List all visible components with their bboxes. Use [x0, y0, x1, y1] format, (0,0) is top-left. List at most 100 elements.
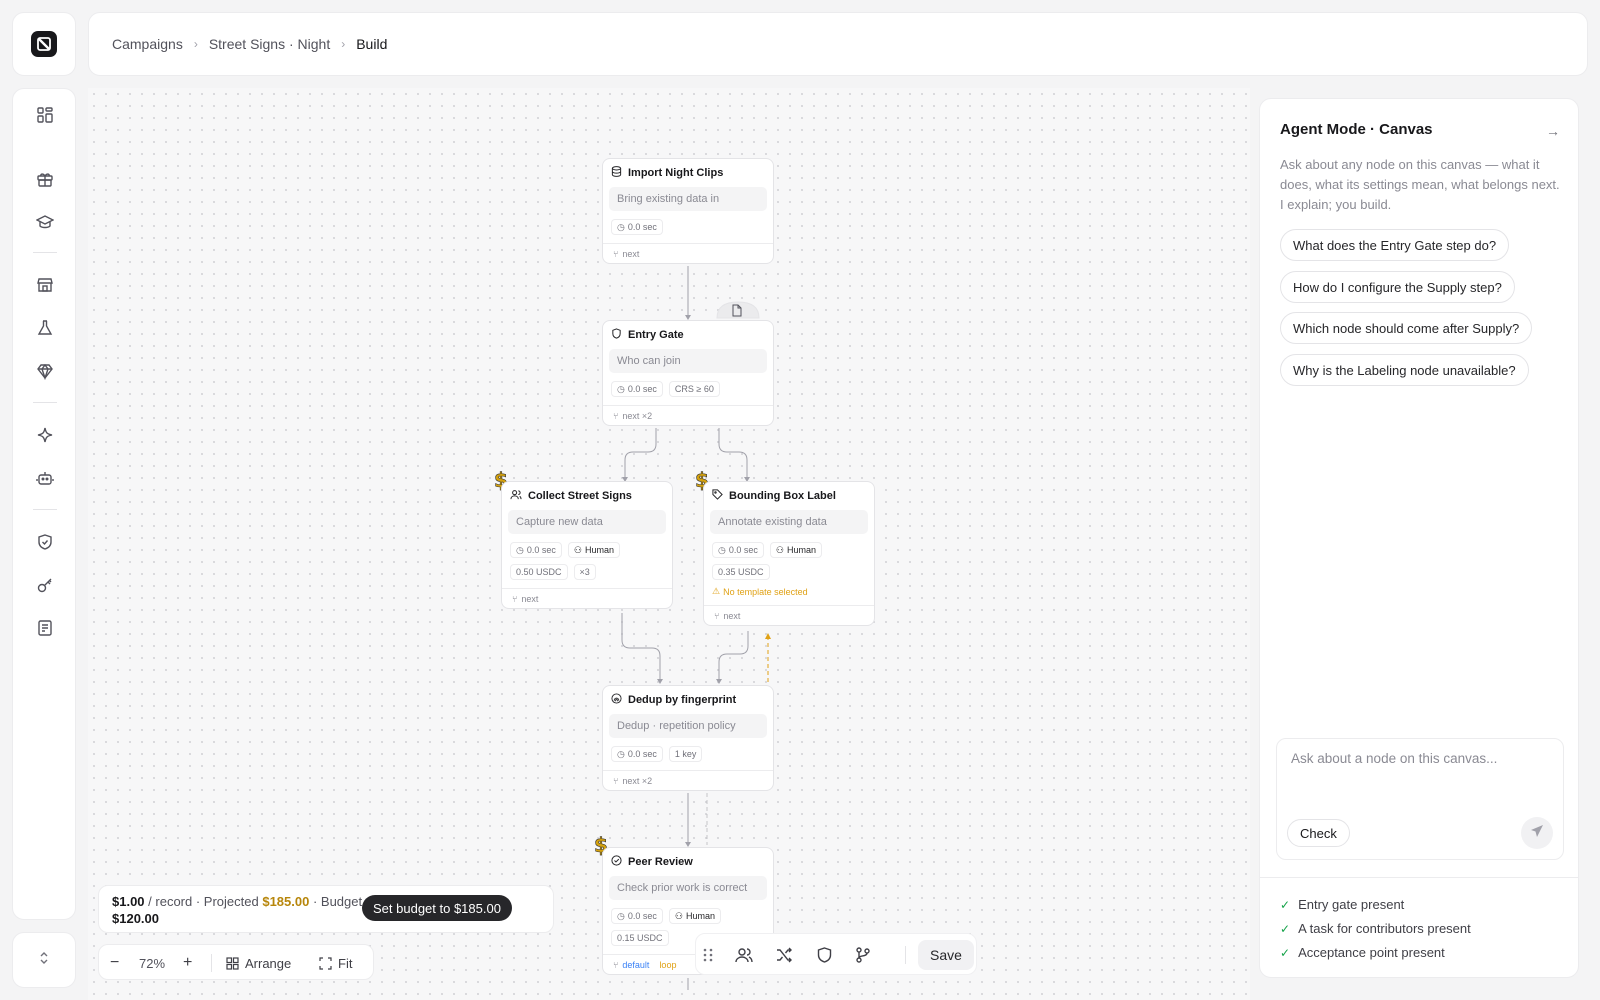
send-icon — [1530, 824, 1544, 843]
fingerprint-icon — [611, 693, 622, 707]
loop-port: loop — [659, 959, 677, 970]
budget-bar: $1.00 / record · Projected $185.00 · Bud… — [98, 885, 554, 933]
duration-chip: ◷ 0.0 sec — [611, 219, 663, 235]
breadcrumb-campaigns[interactable]: Campaigns — [112, 36, 183, 52]
report-icon[interactable] — [33, 616, 57, 640]
suggestion-chip[interactable]: Why is the Labeling node unavailable? — [1280, 354, 1529, 386]
agent-description: Ask about any node on this canvas — what… — [1280, 157, 1560, 212]
person-icon: ⚇ — [775, 544, 784, 555]
graduation-cap-icon[interactable] — [33, 210, 57, 234]
node-next-port[interactable]: ⑂ next — [603, 243, 773, 263]
tag-icon — [712, 489, 723, 503]
fit-button[interactable]: Fit — [319, 945, 352, 981]
human-chip: ⚇ Human — [668, 908, 721, 924]
node-collect-street-signs[interactable]: Collect Street Signs Capture new data ◷ 0… — [501, 481, 673, 609]
branch-icon: ⑂ — [613, 959, 619, 970]
send-button[interactable] — [1521, 817, 1553, 849]
node-description: Dedup · repetition policy — [609, 714, 767, 738]
sidebar — [12, 88, 76, 920]
chevron-right-icon: › — [341, 37, 346, 51]
fit-icon — [319, 956, 332, 970]
human-chip: ⚇ Human — [567, 542, 620, 558]
users-icon — [510, 489, 522, 503]
check-button[interactable]: Check — [1287, 819, 1350, 847]
flask-icon[interactable] — [33, 316, 57, 340]
set-budget-button[interactable]: Set budget to $185.00 — [362, 895, 512, 921]
store-icon[interactable] — [33, 273, 57, 297]
checklist-item: ✓ A task for contributors present — [1280, 921, 1471, 936]
save-button[interactable]: Save — [918, 940, 974, 970]
branch-icon[interactable] — [851, 943, 875, 967]
agent-composer: Check — [1276, 738, 1564, 860]
branch-icon: ⑂ — [714, 610, 720, 621]
shield-check-icon[interactable] — [33, 530, 57, 554]
bot-icon[interactable] — [33, 466, 57, 490]
price-chip: 0.35 USDC — [712, 564, 770, 580]
sidebar-expand-button[interactable] — [12, 932, 76, 988]
checklist-item: ✓ Entry gate present — [1280, 897, 1405, 912]
clock-icon: ◷ — [617, 910, 625, 921]
check-icon: ✓ — [1280, 897, 1291, 912]
duration-chip: ◷ 0.0 sec — [611, 381, 663, 397]
node-dedup-by-fingerprint[interactable]: Dedup by fingerprint Dedup · repetition … — [602, 685, 774, 791]
logo-icon — [31, 31, 57, 57]
node-title: Bounding Box Label — [729, 490, 836, 502]
key-icon[interactable] — [33, 573, 57, 597]
checklist-item: ✓ Acceptance point present — [1280, 945, 1445, 960]
warning-icon: ⚠ — [712, 586, 721, 596]
arrange-button[interactable]: Arrange — [226, 945, 291, 981]
zoom-in-button[interactable]: + — [183, 945, 192, 981]
app-logo[interactable] — [12, 12, 76, 76]
collapse-panel-icon[interactable]: → — [1546, 123, 1560, 139]
default-port: default — [622, 959, 650, 970]
branch-icon: ⑂ — [613, 248, 619, 259]
drag-handle-icon[interactable] — [696, 943, 720, 967]
zoom-out-button[interactable]: − — [110, 945, 119, 981]
branch-icon: ⑂ — [613, 775, 619, 786]
branch-icon: ⑂ — [512, 593, 518, 604]
chevron-up-down-icon — [38, 951, 50, 970]
breadcrumb-campaign[interactable]: Street Signs · Night — [209, 36, 330, 52]
node-title: Dedup by fingerprint — [628, 694, 737, 706]
agent-title: Agent Mode · Canvas — [1280, 121, 1433, 138]
gem-icon[interactable] — [33, 359, 57, 383]
node-next-port[interactable]: ⑂ next ×2 — [603, 405, 773, 425]
node-import-night-clips[interactable]: Import Night Clips Bring existing data i… — [602, 158, 774, 264]
node-title: Peer Review — [628, 856, 693, 868]
check-icon: ✓ — [1280, 945, 1291, 960]
shuffle-icon[interactable] — [772, 943, 796, 967]
node-next-port[interactable]: ⑂ next — [704, 605, 874, 625]
grid-icon — [226, 956, 239, 970]
branch-icon: ⑂ — [613, 410, 619, 421]
node-bounding-box-label[interactable]: Bounding Box Label Annotate existing dat… — [703, 481, 875, 626]
node-entry-gate[interactable]: Entry Gate Who can join ◷ 0.0 sec CRS ≥ 6… — [602, 320, 774, 426]
budget-value: $120.00 — [112, 911, 159, 926]
clock-icon: ◷ — [516, 544, 524, 555]
zoom-level: 72% — [139, 955, 166, 971]
agent-input[interactable] — [1291, 751, 1549, 766]
sparkle-icon[interactable] — [33, 423, 57, 447]
duration-chip: ◷ 0.0 sec — [712, 542, 764, 558]
duration-chip: ◷ 0.0 sec — [510, 542, 562, 558]
suggestion-chip[interactable]: How do I configure the Supply step? — [1280, 271, 1515, 303]
shield-icon[interactable] — [812, 943, 836, 967]
duration-chip: ◷ 0.0 sec — [611, 908, 663, 924]
node-next-port[interactable]: ⑂ next ×2 — [603, 770, 773, 790]
node-next-port[interactable]: ⑂ next — [502, 588, 672, 608]
price-chip: 0.15 USDC — [611, 930, 669, 946]
node-description: Bring existing data in — [609, 187, 767, 211]
node-description: Annotate existing data — [710, 510, 868, 534]
clock-icon: ◷ — [718, 544, 726, 555]
suggestion-chip[interactable]: What does the Entry Gate step do? — [1280, 229, 1510, 261]
dashboard-icon[interactable] — [33, 103, 57, 127]
agent-panel: Agent Mode · Canvas → Ask about any node… — [1259, 98, 1579, 978]
gift-icon[interactable] — [33, 167, 57, 191]
person-icon: ⚇ — [674, 910, 683, 921]
clock-icon: ◷ — [617, 748, 625, 759]
add-human-task-icon[interactable] — [732, 943, 756, 967]
suggestion-chip[interactable]: Which node should come after Supply? — [1280, 312, 1533, 344]
chevron-right-icon: › — [193, 37, 198, 51]
node-description: Check prior work is correct — [609, 876, 767, 900]
multiplier-chip: ×3 — [573, 564, 596, 580]
node-description: Who can join — [609, 349, 767, 373]
